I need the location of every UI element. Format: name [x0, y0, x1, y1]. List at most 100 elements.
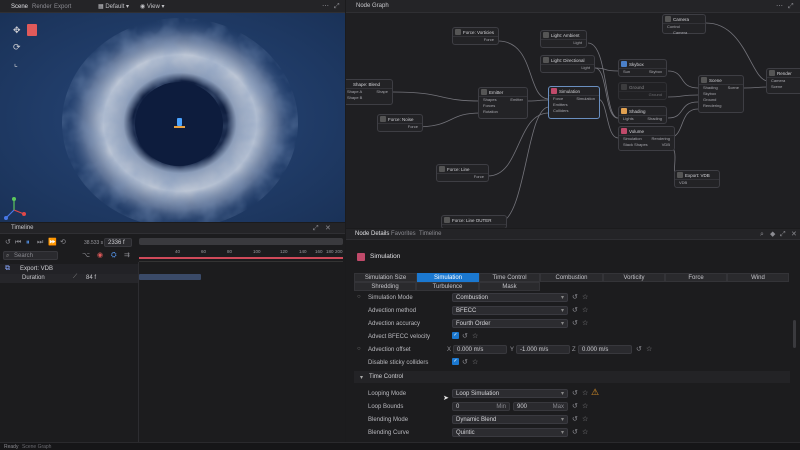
- disable-sticky-checkbox[interactable]: ✓: [452, 358, 459, 365]
- axis-gizmo[interactable]: [2, 196, 28, 222]
- favorite-icon[interactable]: ☆: [646, 345, 652, 354]
- shading-dropdown[interactable]: ▦ Default ▾: [98, 3, 129, 10]
- node-shading[interactable]: Shading Lights Shading: [618, 106, 667, 124]
- reset-icon[interactable]: ↺: [572, 428, 578, 437]
- node-light-directional[interactable]: Light: Directional Light: [540, 55, 595, 73]
- reset-icon[interactable]: ↺: [636, 345, 642, 354]
- maximize-icon[interactable]: ⤢: [780, 230, 786, 239]
- tab-vorticity[interactable]: Vorticity: [603, 273, 665, 282]
- blending-mode-dropdown[interactable]: Dynamic Blend ▾: [452, 415, 568, 424]
- simulation-mode-dropdown[interactable]: Combustion ▾: [452, 293, 568, 302]
- node-ground[interactable]: Ground Ground: [618, 82, 667, 100]
- timeline-scrub-bar[interactable]: [139, 238, 343, 245]
- tab-force[interactable]: Force: [665, 273, 727, 282]
- node-shape-blend[interactable]: Shape: Blend Shape A Shape Shape B: [346, 79, 393, 105]
- advect-bfecc-checkbox[interactable]: ✓: [452, 332, 459, 339]
- transform-gizmo[interactable]: [173, 116, 185, 132]
- tab-shredding[interactable]: Shredding: [354, 282, 416, 291]
- search-input[interactable]: ⌕ Search: [3, 251, 58, 260]
- snap-icon[interactable]: ⇉: [124, 251, 130, 260]
- favorite-icon[interactable]: ☆: [582, 402, 588, 411]
- playback-range[interactable]: [139, 257, 343, 259]
- reset-icon[interactable]: ↺: [462, 358, 468, 367]
- reset-icon[interactable]: ↺: [572, 293, 578, 302]
- node-force-noise[interactable]: Force: Noise Force: [377, 114, 423, 132]
- reset-icon[interactable]: ↺: [572, 319, 578, 328]
- maximize-icon[interactable]: ⤢: [334, 2, 340, 11]
- track-row[interactable]: ⧉ Export: VDB: [0, 264, 138, 274]
- more-icon[interactable]: ⋯: [776, 2, 783, 11]
- skip-end-icon[interactable]: ⏩: [48, 238, 57, 247]
- favorite-icon[interactable]: ☆: [582, 428, 588, 437]
- node-scene[interactable]: Scene Shading Scene Skybox Ground Renderi…: [698, 75, 744, 113]
- pause-icon[interactable]: ⏸: [26, 238, 30, 247]
- tab-wind[interactable]: Wind: [727, 273, 789, 282]
- looping-mode-dropdown[interactable]: Loop Simulation ▾: [452, 389, 568, 398]
- node-volume[interactable]: Volume Simulation Rendering Stack Shapes V…: [618, 126, 675, 151]
- maximize-icon[interactable]: ⤢: [788, 2, 794, 11]
- select-tool-icon[interactable]: [27, 24, 37, 36]
- duration-clip[interactable]: [139, 274, 201, 280]
- rotate-icon[interactable]: ⟳: [13, 43, 21, 52]
- frame-number-input[interactable]: 2336 f: [104, 238, 132, 247]
- scale-icon[interactable]: ⌞: [14, 59, 18, 68]
- view-dropdown[interactable]: ◉ View ▾: [140, 3, 165, 10]
- node-render[interactable]: Render Camera Scene: [766, 68, 800, 94]
- reset-icon[interactable]: ↺: [572, 402, 578, 411]
- node-force-line[interactable]: Force: Line Force: [436, 164, 489, 182]
- node-emitter[interactable]: Emitter Shapes Emitter Forces Rotation: [478, 87, 528, 119]
- time-control-group-header[interactable]: ▾ Time Control: [354, 371, 790, 383]
- node-force-line-outer-reversed[interactable]: Force: Line OUTER REVERSED: [441, 215, 507, 228]
- scrollbar[interactable]: [793, 320, 796, 348]
- loop-max-input[interactable]: 900 Max: [513, 402, 568, 411]
- repeat-icon[interactable]: ⟲: [60, 238, 66, 247]
- tab-time-control[interactable]: Time Control: [479, 273, 540, 282]
- track-row[interactable]: Duration ⟋ 84 f: [0, 274, 138, 283]
- advection-method-dropdown[interactable]: BFECC ▾: [452, 306, 568, 315]
- tab-mask[interactable]: Mask: [479, 282, 540, 291]
- diamond-icon[interactable]: ◆: [770, 230, 775, 239]
- tab-simulation-size[interactable]: Simulation Size: [354, 273, 417, 282]
- viewport-3d[interactable]: ✥ ⟳ ⌞: [0, 13, 345, 222]
- tab-timeline[interactable]: Timeline: [414, 229, 446, 240]
- tab-combustion[interactable]: Combustion: [540, 273, 603, 282]
- skip-back-icon[interactable]: ⏮: [15, 238, 21, 247]
- favorite-icon[interactable]: ☆: [582, 293, 588, 302]
- filter-icon[interactable]: ⌥: [82, 251, 90, 260]
- favorite-icon[interactable]: ☆: [472, 332, 478, 341]
- timeline-ruler[interactable]: 40 60 80 100 120 140 160 180 200: [139, 248, 343, 262]
- blending-curve-dropdown[interactable]: Quintic ▾: [452, 428, 568, 437]
- loop-icon[interactable]: ↺: [5, 238, 11, 247]
- radio-icon[interactable]: ○: [357, 346, 361, 352]
- node-skybox[interactable]: Skybox Sun Skybox: [618, 59, 667, 77]
- step-forward-icon[interactable]: ⏭: [37, 238, 43, 247]
- close-icon[interactable]: ✕: [325, 224, 331, 233]
- maximize-icon[interactable]: ⤢: [313, 224, 319, 233]
- tab-simulation[interactable]: Simulation: [417, 273, 479, 282]
- reset-icon[interactable]: ↺: [572, 389, 578, 398]
- node-light-ambient[interactable]: Light: Ambient Light: [540, 30, 587, 48]
- favorite-icon[interactable]: ☆: [472, 358, 478, 367]
- favorite-icon[interactable]: ☆: [582, 306, 588, 315]
- tab-export[interactable]: Export: [49, 1, 76, 13]
- move-icon[interactable]: ✥: [13, 26, 21, 35]
- favorite-icon[interactable]: ☆: [582, 319, 588, 328]
- favorite-icon[interactable]: ☆: [582, 389, 588, 398]
- record-icon[interactable]: ◉: [97, 251, 103, 260]
- node-simulation[interactable]: Simulation Force Simulation Emitters Coll…: [548, 86, 600, 119]
- radio-icon[interactable]: ○: [357, 294, 361, 300]
- node-camera[interactable]: Camera Control Camera: [662, 14, 706, 35]
- node-graph-canvas[interactable]: Camera Control Camera Force: Vorticies F…: [346, 13, 800, 228]
- advection-accuracy-dropdown[interactable]: Fourth Order ▾: [452, 319, 568, 328]
- offset-z-input[interactable]: 0.000 m/s: [578, 345, 632, 354]
- close-icon[interactable]: ✕: [791, 230, 797, 239]
- more-icon[interactable]: ⋯: [322, 2, 329, 11]
- tab-turbulence[interactable]: Turbulence: [416, 282, 479, 291]
- search-icon[interactable]: ⌕: [760, 230, 764, 239]
- reset-icon[interactable]: ↺: [572, 306, 578, 315]
- loop-min-input[interactable]: 0 Min: [452, 402, 510, 411]
- key-icon[interactable]: ⛭: [111, 251, 117, 260]
- reset-icon[interactable]: ↺: [572, 415, 578, 424]
- offset-x-input[interactable]: 0.000 m/s: [453, 345, 507, 354]
- node-export-vdb[interactable]: Export: VDB VDB: [674, 170, 720, 188]
